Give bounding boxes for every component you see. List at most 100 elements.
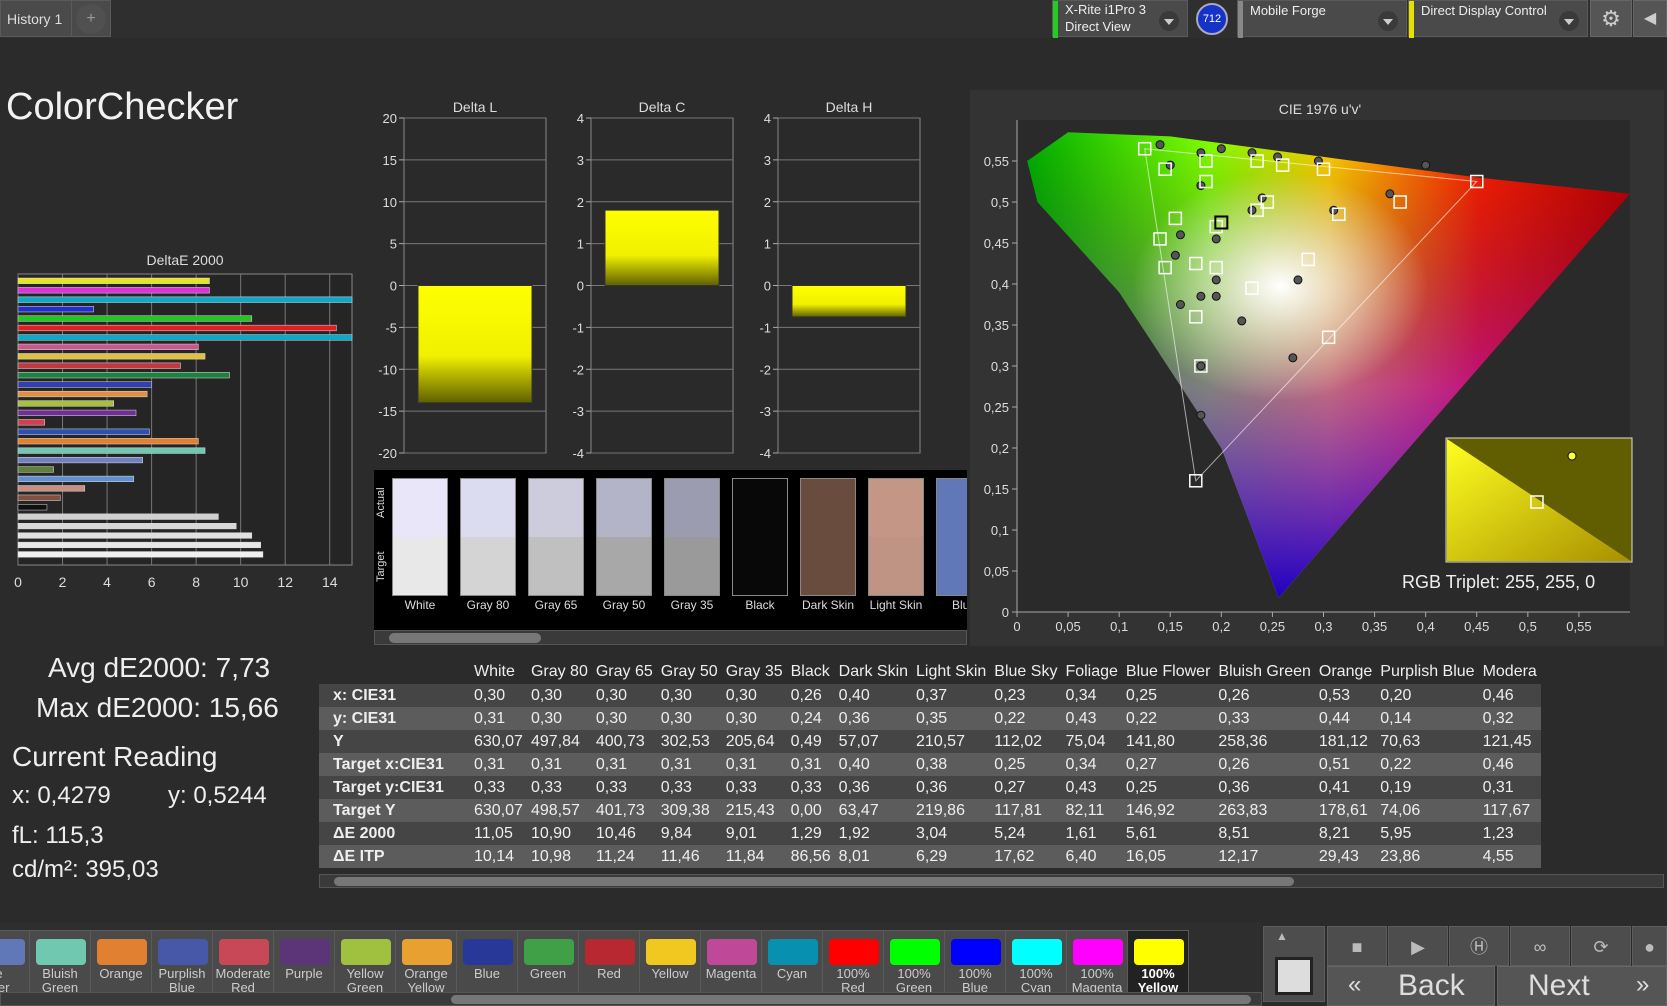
- patch-button[interactable]: Yellow: [639, 930, 701, 994]
- table-row: x: CIE31 0,30 0,30 0,30 0,30 0,30 0,26 0,40 0,37…: [319, 684, 1541, 707]
- table-row-label: Y: [319, 730, 470, 753]
- swatch-scrollbar-thumb[interactable]: [389, 633, 541, 643]
- deltae-bar: [17, 419, 45, 426]
- table-column-header[interactable]: Foliage: [1061, 660, 1121, 684]
- table-column-header[interactable]: Blue Sky: [990, 660, 1061, 684]
- table-cell: 0,33: [786, 776, 835, 799]
- cie-measured-point: [1211, 234, 1221, 244]
- table-cell: 86,56: [786, 845, 835, 868]
- patch-button[interactable]: Orange Yellow: [395, 930, 457, 995]
- swatch-blue[interactable]: [936, 478, 967, 596]
- table-column-header[interactable]: Black: [787, 660, 835, 684]
- palette-scrollbar[interactable]: [0, 992, 1262, 1006]
- table-cell: 0,31: [591, 753, 657, 776]
- table-column-header[interactable]: Blue Flower: [1122, 660, 1214, 684]
- patch-button[interactable]: 100% Green: [883, 930, 945, 995]
- swatch-light-skin[interactable]: [868, 478, 924, 596]
- patch-button[interactable]: Moderate Red: [212, 930, 274, 995]
- swatch-gray-80[interactable]: [460, 478, 516, 596]
- patch-button[interactable]: Purple: [273, 930, 335, 994]
- swatch-gray-65[interactable]: [528, 478, 584, 596]
- patch-button[interactable]: 100% Cyan: [1005, 930, 1067, 995]
- patch-button[interactable]: 100% Yellow: [1127, 930, 1189, 995]
- table-column-header[interactable]: Gray 35: [722, 660, 787, 684]
- chevron-down-icon[interactable]: [1159, 11, 1179, 31]
- table-cell: 8,51: [1214, 822, 1315, 845]
- table-cell: 0,25: [1121, 776, 1215, 799]
- patch-button[interactable]: Blue: [456, 930, 518, 994]
- next-button[interactable]: Next »: [1497, 966, 1667, 1006]
- table-cell: 0,22: [990, 707, 1062, 730]
- meter-status-stripe: [1053, 1, 1058, 38]
- table-column-header[interactable]: Orange: [1315, 660, 1376, 684]
- table-column-header[interactable]: Gray 50: [657, 660, 722, 684]
- patch-button[interactable]: Magenta: [700, 930, 762, 994]
- swatch-black[interactable]: [732, 478, 788, 596]
- table-row: ΔE ITP 10,14 10,98 11,24 11,46 11,84 86,56 8,01…: [319, 845, 1541, 868]
- profile-badge[interactable]: 712: [1196, 3, 1228, 35]
- deltae-bar: [17, 409, 137, 416]
- table-column-header[interactable]: Dark Skin: [835, 660, 912, 684]
- table-cell: 0,30: [656, 707, 722, 730]
- palette-scrollbar-thumb[interactable]: [451, 995, 1251, 1004]
- refresh-button[interactable]: ⟳: [1571, 926, 1631, 966]
- table-cell: 0,49: [786, 730, 835, 753]
- table-cell: 9,84: [656, 822, 722, 845]
- gear-icon[interactable]: ⚙: [1590, 0, 1632, 37]
- table-column-header[interactable]: Bluish Green: [1214, 660, 1315, 684]
- table-column-header[interactable]: Modera: [1479, 660, 1541, 684]
- swatch-scrollbar[interactable]: [374, 630, 967, 645]
- display-control-selector[interactable]: Direct Display Control: [1408, 0, 1588, 38]
- capture-frame-icon[interactable]: [1275, 957, 1313, 995]
- chevron-down-icon[interactable]: [1378, 11, 1398, 31]
- back-button[interactable]: « Back: [1327, 966, 1495, 1006]
- table-column-header[interactable]: White: [470, 660, 527, 684]
- delta-tick-label: 3: [764, 153, 771, 168]
- more-button[interactable]: ●: [1632, 926, 1667, 966]
- table-cell: 219,86: [912, 799, 991, 822]
- patch-button[interactable]: 100% Magenta: [1066, 930, 1128, 995]
- swatch-dark-skin[interactable]: [800, 478, 856, 596]
- swatch-white[interactable]: [392, 478, 448, 596]
- patch-button[interactable]: 100% Blue: [944, 930, 1006, 995]
- table-column-header[interactable]: Light Skin: [912, 660, 990, 684]
- hold-button[interactable]: Ⓗ: [1449, 926, 1509, 966]
- table-cell: 0,31: [526, 753, 592, 776]
- tab-history-1[interactable]: History 1: [0, 0, 72, 37]
- meter-selector[interactable]: X-Rite i1Pro 3 Direct View: [1052, 0, 1188, 38]
- patch-button[interactable]: Cyan: [761, 930, 823, 994]
- loop-button[interactable]: ∞: [1510, 926, 1570, 966]
- patch-button[interactable]: Orange: [90, 930, 152, 994]
- table-column-header[interactable]: Gray 80: [527, 660, 592, 684]
- stop-button[interactable]: ■: [1327, 926, 1387, 966]
- patch-label: Moderate Red: [215, 966, 271, 995]
- patch-button[interactable]: Bluish Green: [29, 930, 91, 995]
- add-tab-button[interactable]: +: [76, 4, 106, 34]
- collapse-panel-button[interactable]: ◀: [1633, 0, 1667, 37]
- patch-label: 100% Red: [836, 966, 870, 995]
- play-button[interactable]: ▶: [1388, 926, 1448, 966]
- table-column-header[interactable]: Gray 65: [592, 660, 657, 684]
- cie-measured-point: [1385, 189, 1395, 199]
- table-scrollbar-thumb[interactable]: [334, 877, 1294, 886]
- patch-button[interactable]: Purplish Blue: [151, 930, 213, 995]
- table-row: Target y:CIE31 0,33 0,33 0,33 0,33 0,33 0,33 0,…: [319, 776, 1541, 799]
- chevron-down-icon[interactable]: [1559, 11, 1579, 31]
- swatch-gray-50[interactable]: [596, 478, 652, 596]
- swatch-gray-35[interactable]: [664, 478, 720, 596]
- patch-button[interactable]: Green: [517, 930, 579, 994]
- table-cell: 121,45: [1478, 730, 1541, 753]
- pattern-source-selector[interactable]: Mobile Forge: [1237, 0, 1407, 38]
- patch-button[interactable]: e wer: [0, 930, 30, 995]
- patch-button[interactable]: Red: [578, 930, 640, 994]
- patch-button[interactable]: Yellow Green: [334, 930, 396, 995]
- table-column-header[interactable]: Purplish Blue: [1376, 660, 1478, 684]
- table-cell: 146,92: [1121, 799, 1215, 822]
- cie-zoom-measured-point: [1567, 451, 1577, 461]
- delta-tick-label: 1: [577, 237, 584, 252]
- chevron-up-icon[interactable]: ▲: [1276, 929, 1288, 943]
- patch-button[interactable]: 100% Red: [822, 930, 884, 995]
- table-cell: 0,26: [786, 684, 835, 707]
- table-row-label: ΔE 2000: [319, 822, 470, 845]
- table-scrollbar[interactable]: [319, 874, 1664, 888]
